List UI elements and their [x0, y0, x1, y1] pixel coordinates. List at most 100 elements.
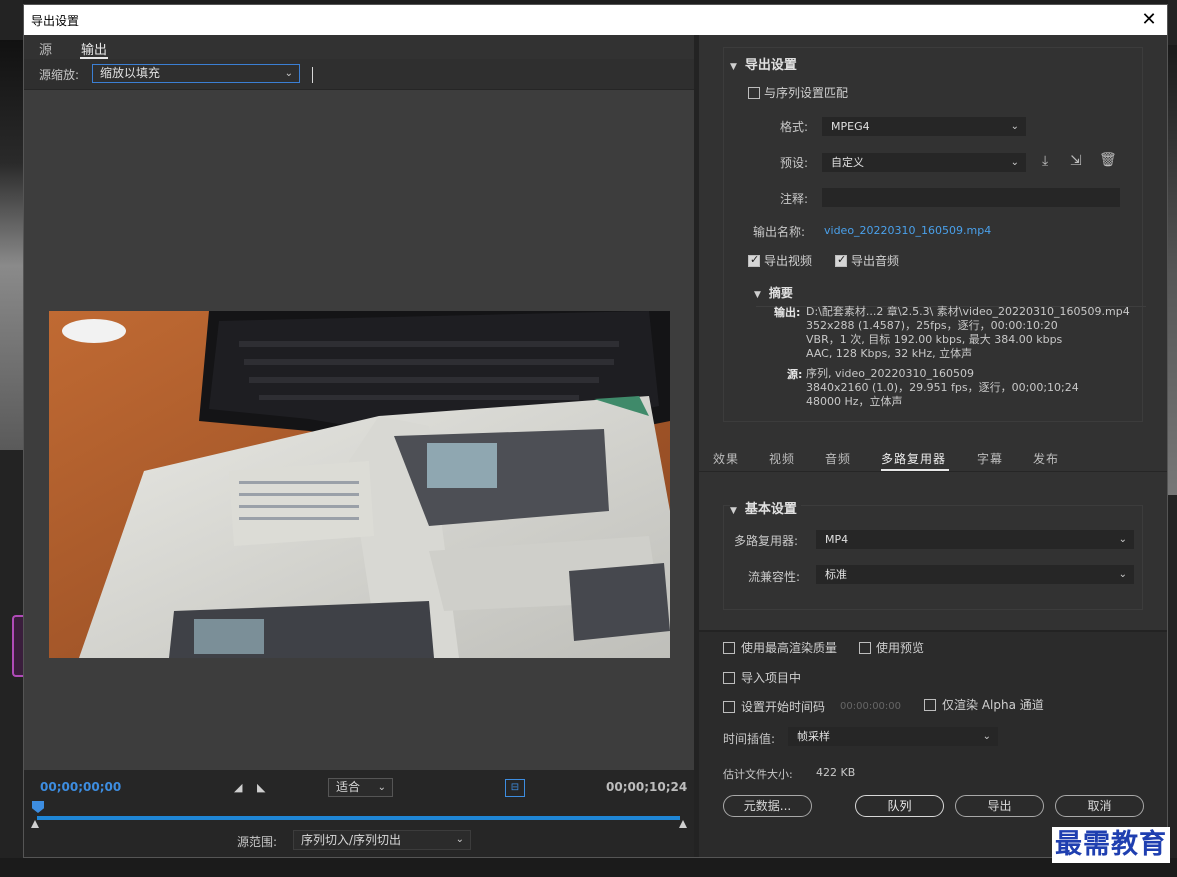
active-tab-underline [881, 469, 949, 471]
summary-output-line: 352x288 (1.4587)，25fps，逐行，00:00:10:20 [806, 319, 1058, 332]
max-quality-label: 使用最高渲染质量 [741, 641, 838, 655]
mark-in-icon[interactable]: ◢ [234, 781, 242, 794]
timeline-track[interactable] [37, 816, 680, 820]
export-video-checkbox[interactable] [748, 253, 760, 267]
summary-source-line: 48000 Hz，立体声 [806, 395, 903, 408]
export-settings-dialog: 导出设置 ✕ 源 输出 源缩放: 缩放以填充 ⌄ 00;00;00;00 ◢ ◣… [23, 4, 1168, 858]
tab-source[interactable]: 源 [39, 39, 52, 58]
background-left-preview [0, 40, 23, 450]
timecode-duration: 00;00;10;24 [606, 780, 688, 794]
summary-output-line: AAC, 128 Kbps, 32 kHz, 立体声 [806, 347, 973, 360]
format-label: 格式: [780, 120, 809, 134]
tab-captions[interactable]: 字幕 [977, 450, 1003, 467]
chevron-down-icon: ⌄ [1010, 157, 1019, 168]
alpha-only-checkbox[interactable] [924, 699, 936, 711]
title-bar: 导出设置 ✕ [24, 5, 1167, 35]
format-dropdown[interactable]: MPEG4 ⌄ [822, 117, 1026, 136]
stream-compat-value: 标准 [825, 568, 847, 581]
source-scaling-dropdown[interactable]: 缩放以填充 ⌄ [92, 64, 300, 83]
tab-audio[interactable]: 音频 [825, 450, 851, 467]
import-project-label: 导入项目中 [741, 671, 802, 685]
timecode-field[interactable]: 00:00:00:00 [840, 701, 901, 712]
playhead-handle[interactable] [32, 801, 44, 813]
collapse-chevron-icon: ▼ [730, 506, 737, 516]
save-preset-icon[interactable]: ⤓ [1042, 153, 1048, 169]
metadata-button[interactable]: 元数据... [723, 795, 812, 817]
export-settings-section: ▼ 导出设置 与序列设置匹配 格式: MPEG4 ⌄ 预设: 自定义 ⌄ ⤓ ⇲ … [723, 47, 1146, 422]
comment-field[interactable] [822, 188, 1120, 207]
chevron-down-icon: ⌄ [982, 731, 991, 742]
video-preview-area [24, 90, 694, 770]
preset-label: 预设: [780, 156, 809, 170]
chevron-down-icon: ⌄ [284, 68, 293, 79]
source-range-dropdown[interactable]: 序列切入/序列切出 ⌄ [293, 830, 471, 850]
video-frame-image [49, 311, 670, 658]
dialog-title: 导出设置 [31, 14, 80, 28]
background-app-bottom [0, 858, 1177, 877]
filesize-label: 估计文件大小: [723, 768, 793, 781]
summary-source-line: 序列, video_20220310_160509 [806, 367, 975, 380]
mark-out-icon[interactable]: ◣ [257, 781, 265, 794]
basic-settings-section: ▼ 基本设置 多路复用器: MP4 ⌄ 流兼容性: 标准 ⌄ [723, 498, 1143, 610]
summary-source-line: 3840x2160 (1.0)，29.951 fps，逐行，00;00;10;2… [806, 381, 1079, 394]
max-quality-checkbox[interactable] [723, 642, 735, 654]
summary-source-block: 序列, video_20220310_160509 3840x2160 (1.0… [806, 367, 1079, 409]
tab-output[interactable]: 输出 [81, 39, 107, 58]
collapse-chevron-icon: ▼ [730, 62, 737, 72]
chevron-down-icon: ⌄ [455, 834, 464, 845]
preview-tabs: 源 输出 [24, 35, 694, 59]
format-value: MPEG4 [831, 120, 870, 133]
import-preset-icon[interactable]: ⇲ [1070, 153, 1082, 169]
summary-output-label: 输出: [774, 306, 801, 319]
set-timecode-checkbox[interactable] [723, 701, 735, 713]
watermark-logo: 最需教育 [1052, 827, 1170, 863]
import-project-checkbox[interactable] [723, 672, 735, 684]
export-video-label: 导出视频 [764, 254, 813, 268]
render-options-pane: 使用最高渲染质量 使用预览 导入项目中 设置开始时间码 00:00:00:00 … [699, 630, 1167, 857]
safe-margins-icon[interactable]: ⊟ [505, 779, 525, 797]
background-right-preview [1168, 45, 1177, 495]
source-range-value: 序列切入/序列切出 [301, 833, 402, 847]
tab-video[interactable]: 视频 [769, 450, 795, 467]
chevron-down-icon: ⌄ [377, 782, 386, 793]
cancel-button[interactable]: 取消 [1055, 795, 1144, 817]
stream-compat-dropdown[interactable]: 标准 ⌄ [816, 565, 1134, 584]
basic-settings-title: 基本设置 [744, 502, 797, 517]
multiplexer-dropdown[interactable]: MP4 ⌄ [816, 530, 1134, 549]
time-interpolation-value: 帧采样 [797, 730, 830, 743]
match-sequence-checkbox[interactable] [748, 87, 760, 99]
tab-multiplexer[interactable]: 多路复用器 [881, 450, 946, 467]
set-timecode-label: 设置开始时间码 [741, 700, 826, 714]
timecode-current[interactable]: 00;00;00;00 [40, 780, 121, 794]
preset-dropdown[interactable]: 自定义 ⌄ [822, 153, 1026, 172]
out-point-handle[interactable] [679, 820, 687, 828]
comment-label: 注释: [780, 192, 809, 206]
summary-header[interactable]: ▼ 摘要 [754, 284, 793, 301]
use-preview-checkbox[interactable] [859, 642, 871, 654]
export-settings-header[interactable]: ▼ 导出设置 [730, 54, 797, 73]
tab-effects[interactable]: 效果 [713, 450, 739, 467]
text-cursor [312, 67, 313, 83]
fit-dropdown[interactable]: 适合 ⌄ [328, 778, 393, 797]
collapse-chevron-icon: ▼ [754, 290, 761, 300]
export-audio-checkbox[interactable] [835, 253, 847, 267]
basic-settings-header[interactable]: ▼ 基本设置 [730, 498, 801, 517]
summary-output-line: D:\配套素材...2 章\2.5.3\ 素材\video_20220310_1… [806, 305, 1130, 318]
delete-preset-icon[interactable]: 🗑 [1099, 152, 1117, 168]
export-settings-title: 导出设置 [744, 58, 797, 73]
source-scaling-value: 缩放以填充 [100, 66, 161, 80]
close-button[interactable]: ✕ [1137, 8, 1161, 32]
time-interpolation-dropdown[interactable]: 帧采样 ⌄ [788, 727, 998, 746]
match-sequence-label: 与序列设置匹配 [764, 86, 849, 100]
chevron-down-icon: ⌄ [1118, 569, 1127, 580]
queue-button[interactable]: 队列 [855, 795, 944, 817]
output-name-link[interactable]: video_20220310_160509.mp4 [824, 224, 991, 237]
tab-publish[interactable]: 发布 [1033, 450, 1059, 467]
summary-source-label: 源: [787, 368, 803, 381]
export-button[interactable]: 导出 [955, 795, 1044, 817]
in-point-handle[interactable] [31, 820, 39, 828]
stream-compat-label: 流兼容性: [748, 570, 801, 584]
source-range-label: 源范围: [237, 835, 278, 849]
time-interpolation-label: 时间插值: [723, 732, 776, 746]
multiplexer-label: 多路复用器: [734, 534, 799, 548]
